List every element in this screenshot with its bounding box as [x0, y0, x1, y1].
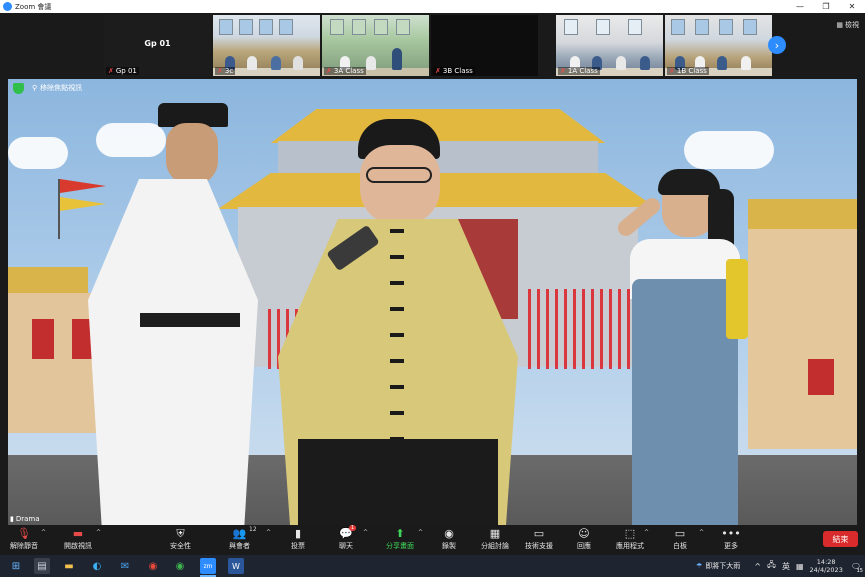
- weather-widget[interactable]: ☂ 即將下大雨: [696, 561, 740, 571]
- grid-icon: ▦: [836, 21, 843, 29]
- show-hidden-icons-icon[interactable]: ^: [754, 562, 761, 571]
- input-language[interactable]: 英: [782, 561, 790, 572]
- actor-left: [68, 99, 258, 525]
- participant-tile[interactable]: ✗ 1B Class: [665, 15, 772, 76]
- mic-muted-icon: ✗: [669, 67, 675, 75]
- breakout-rooms-button[interactable]: ▦ 分組討論: [481, 527, 509, 553]
- pin-icon: ⚲: [32, 84, 38, 92]
- video-off-icon: ▬: [72, 527, 84, 540]
- title-bar: Zoom 會議 — ❐ ✕: [0, 0, 865, 13]
- minimize-button[interactable]: —: [787, 0, 813, 13]
- mic-muted-icon: ✗: [326, 67, 332, 75]
- participant-tile[interactable]: ✗ 3B Class: [431, 15, 538, 76]
- participant-label: ✗ 1A Class: [558, 67, 600, 75]
- start-video-button[interactable]: ▬ 開啟視訊: [64, 527, 92, 553]
- view-button[interactable]: ▦ 檢視: [836, 20, 859, 30]
- whiteboard-icon: ▭: [674, 527, 686, 540]
- end-meeting-button[interactable]: 結束: [823, 531, 858, 547]
- clock[interactable]: 14:28 24/4/2023: [810, 558, 843, 574]
- close-button[interactable]: ✕: [839, 0, 865, 13]
- shield-icon: ⛨: [176, 526, 185, 540]
- participant-name-center: Gp 01: [144, 39, 171, 48]
- share-screen-icon: ⬆: [395, 527, 405, 540]
- actor-center: [268, 119, 528, 525]
- next-page-button[interactable]: ›: [768, 36, 786, 54]
- meeting-toolbar: 🎙 解除靜音 ^ ▬ 開啟視訊 ^ ⛨ 安全性 👥 與會者 12 ^ ▮ 投票 …: [0, 525, 865, 555]
- record-icon: ◉: [444, 527, 454, 540]
- word-icon[interactable]: W: [228, 558, 244, 574]
- participant-tile[interactable]: ✗ 3A Class: [322, 15, 429, 76]
- unpin-video-button[interactable]: ⚲ 移除焦點視訊: [32, 83, 82, 93]
- mic-muted-icon: ✗: [560, 67, 566, 75]
- participant-label: ✗ Gp 01: [106, 67, 139, 75]
- unmute-button[interactable]: 🎙 解除靜音: [10, 527, 38, 553]
- participant-tile[interactable]: ✗ 1A Class: [556, 15, 663, 76]
- windows-taskbar: ⊞ ▤ ▬ ◐ ✉ ◉ ◉ zm W ☂ 即將下大雨 ^ 🖧 英 ▦ 14:28…: [0, 555, 865, 577]
- security-button[interactable]: ⛨ 安全性: [170, 527, 191, 553]
- zoom-logo-icon: [3, 2, 12, 11]
- file-explorer-icon[interactable]: ▤: [34, 558, 50, 574]
- chat-unread-badge: 1: [349, 525, 357, 531]
- window-controls: — ❐ ✕: [787, 0, 865, 13]
- participant-label: ✗ 1B Class: [667, 67, 709, 75]
- security-shield-icon: [13, 83, 24, 94]
- chat-options-caret[interactable]: ^: [363, 529, 368, 536]
- windows-start-icon[interactable]: ⊞: [8, 558, 24, 574]
- apps-icon: ⬚: [624, 527, 636, 540]
- rain-cloud-icon: ☂: [696, 562, 703, 570]
- participants-button[interactable]: 👥 與會者: [229, 527, 250, 553]
- zoom-window: Zoom 會議 — ❐ ✕ Gp 01 ✗ Gp 01 ✗ 3c ✗ 3A Cl…: [0, 0, 865, 577]
- participant-tile[interactable]: ✗ 3c: [213, 15, 320, 76]
- apps-button[interactable]: ⬚ 應用程式: [616, 527, 644, 553]
- system-tray: ☂ 即將下大雨 ^ 🖧 英 ▦ 14:28 24/4/2023 🗨 15: [696, 555, 865, 577]
- keyboard-icon[interactable]: ▦: [796, 562, 804, 571]
- whiteboard-button[interactable]: ▭ 白板: [673, 527, 687, 553]
- apps-options-caret[interactable]: ^: [644, 529, 649, 536]
- poll-icon: ▮: [294, 527, 302, 540]
- chrome-icon[interactable]: ◉: [145, 558, 161, 574]
- mic-muted-icon: 🎙: [17, 527, 31, 540]
- share-screen-button[interactable]: ⬆ 分享畫面: [386, 527, 414, 553]
- reaction-icon: ☺: [578, 527, 590, 540]
- mail-icon[interactable]: ✉: [117, 558, 133, 574]
- main-video[interactable]: ⚲ 移除焦點視訊 ▮ Drama: [8, 79, 857, 525]
- support-button[interactable]: ▭ 技術支援: [525, 527, 553, 553]
- mic-muted-icon: ✗: [217, 67, 223, 75]
- participant-label: ✗ 3c: [215, 67, 236, 75]
- mic-muted-icon: ✗: [435, 67, 441, 75]
- signal-bars-icon: ▮: [10, 515, 14, 523]
- participant-count: 12: [249, 526, 257, 533]
- participant-strip: Gp 01 ✗Gp 01 ✗3c ✗3A Class ✗3B Class: [0, 13, 865, 77]
- restore-button[interactable]: ❐: [813, 0, 839, 13]
- participant-label: ✗ 3A Class: [324, 67, 366, 75]
- breakout-icon: ▦: [489, 527, 501, 540]
- notification-count: 15: [856, 568, 863, 574]
- video-options-caret[interactable]: ^: [96, 529, 101, 536]
- actor-right: [598, 169, 758, 525]
- support-icon: ▭: [533, 527, 545, 540]
- edge-icon[interactable]: ◐: [89, 558, 105, 574]
- audio-options-caret[interactable]: ^: [41, 529, 46, 536]
- whiteboard-options-caret[interactable]: ^: [699, 529, 704, 536]
- participant-label: ✗ 3B Class: [433, 67, 475, 75]
- folder-icon[interactable]: ▬: [61, 558, 77, 574]
- participants-icon: 👥: [232, 527, 247, 540]
- record-button[interactable]: ◉ 錄製: [442, 527, 456, 553]
- zoom-taskbar-icon[interactable]: zm: [200, 558, 216, 574]
- participants-options-caret[interactable]: ^: [266, 529, 271, 536]
- more-icon: •••: [721, 527, 741, 540]
- polls-button[interactable]: ▮ 投票: [291, 527, 305, 553]
- window-title: Zoom 會議: [15, 2, 52, 11]
- mic-muted-icon: ✗: [108, 67, 114, 75]
- chevron-right-icon: ›: [774, 38, 780, 52]
- more-button[interactable]: ••• 更多: [721, 527, 741, 553]
- reactions-button[interactable]: ☺ 回應: [577, 527, 591, 553]
- share-options-caret[interactable]: ^: [418, 529, 423, 536]
- chrome-profile-icon[interactable]: ◉: [172, 558, 188, 574]
- speaker-label: ▮ Drama: [10, 515, 40, 523]
- participant-tile[interactable]: Gp 01 ✗ Gp 01: [104, 15, 211, 76]
- network-icon[interactable]: 🖧: [767, 559, 776, 573]
